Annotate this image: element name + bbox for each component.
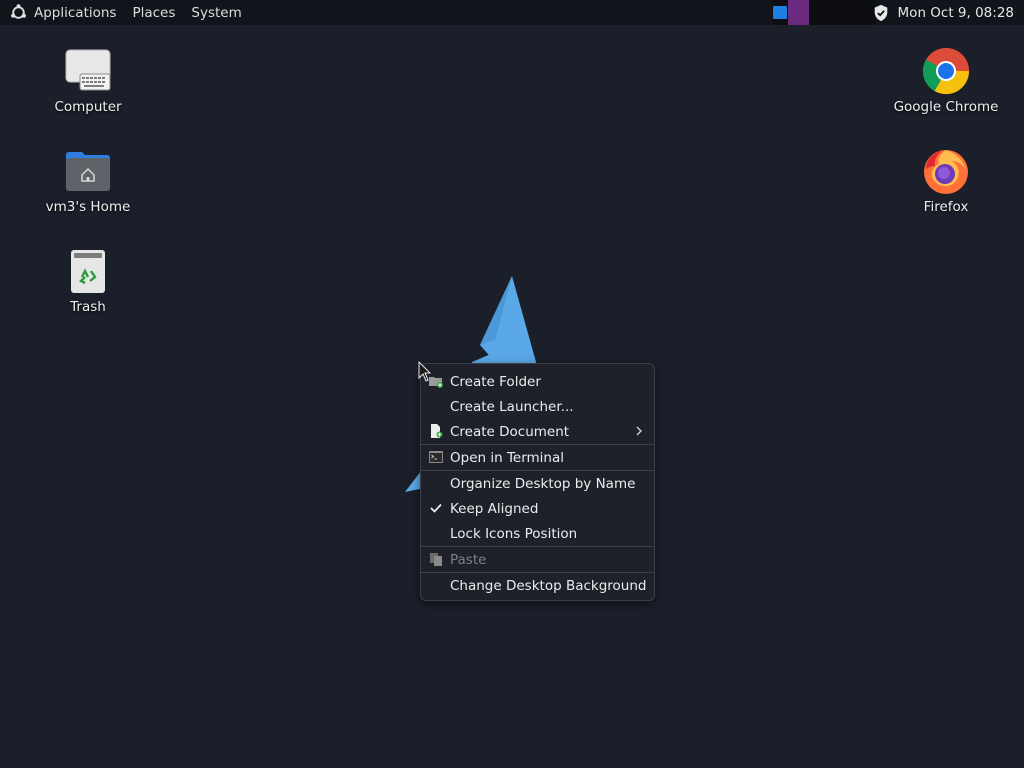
menu-item-organize-by-name[interactable]: Organize Desktop by Name	[421, 471, 654, 496]
document-add-icon	[431, 424, 443, 438]
system-menu[interactable]: System	[183, 0, 249, 25]
distro-logo-icon	[11, 4, 26, 19]
shield-icon[interactable]	[872, 4, 890, 22]
applications-menu[interactable]: Applications	[0, 0, 124, 25]
clock[interactable]: Mon Oct 9, 08:28	[898, 5, 1024, 21]
menu-item-label: Organize Desktop by Name	[450, 475, 636, 492]
menu-item-label: Change Desktop Background	[450, 577, 647, 594]
menu-item-label: Create Folder	[450, 373, 541, 390]
menu-item-create-folder[interactable]: Create Folder	[421, 369, 654, 394]
workspace-indicator[interactable]	[773, 6, 787, 19]
menu-item-label: Create Document	[450, 423, 570, 440]
system-label: System	[191, 4, 242, 21]
desktop-icon-computer[interactable]: Computer	[33, 47, 143, 115]
desktop-icon-label: Computer	[54, 99, 122, 115]
chrome-icon	[922, 47, 970, 95]
menu-item-label: Create Launcher...	[450, 398, 574, 415]
menu-item-create-document[interactable]: Create Document	[421, 419, 654, 444]
menu-item-label: Open in Terminal	[450, 449, 564, 466]
trash-icon	[64, 247, 112, 295]
desktop-icon-label: Firefox	[923, 199, 969, 215]
places-menu[interactable]: Places	[124, 0, 183, 25]
desktop-icon-label: Google Chrome	[893, 99, 999, 115]
menu-item-label: Lock Icons Position	[450, 525, 578, 542]
firefox-icon	[922, 147, 970, 195]
menu-item-keep-aligned[interactable]: Keep Aligned	[421, 496, 654, 521]
menu-item-create-launcher[interactable]: Create Launcher...	[421, 394, 654, 419]
menu-item-paste: Paste	[421, 547, 654, 572]
home-folder-icon	[64, 147, 112, 195]
workspace-indicator-active[interactable]	[788, 0, 809, 25]
menu-item-lock-icons-position[interactable]: Lock Icons Position	[421, 521, 654, 546]
desktop-icon-label: Trash	[70, 299, 106, 315]
desktop-icon-home[interactable]: vm3's Home	[33, 147, 143, 215]
menu-item-label: Keep Aligned	[450, 500, 539, 517]
mouse-cursor-icon	[418, 361, 432, 382]
desktop-context-menu: Create Folder Create Launcher... Create …	[420, 363, 655, 601]
places-label: Places	[132, 4, 176, 21]
desktop-icon-firefox[interactable]: Firefox	[891, 147, 1001, 215]
computer-icon	[64, 47, 112, 95]
desktop-icon-label: vm3's Home	[45, 199, 131, 215]
paste-icon	[430, 553, 442, 566]
menu-item-label: Paste	[450, 551, 487, 568]
terminal-icon	[429, 451, 443, 463]
menu-item-change-background[interactable]: Change Desktop Background	[421, 573, 654, 598]
applications-label: Applications	[34, 4, 117, 21]
chevron-right-icon	[636, 426, 642, 436]
check-icon	[430, 503, 442, 513]
desktop-icon-trash[interactable]: Trash	[33, 247, 143, 315]
panel-tray: Mon Oct 9, 08:28	[872, 0, 1024, 25]
desktop-icon-chrome[interactable]: Google Chrome	[891, 47, 1001, 115]
menu-item-open-in-terminal[interactable]: Open in Terminal	[421, 445, 654, 470]
